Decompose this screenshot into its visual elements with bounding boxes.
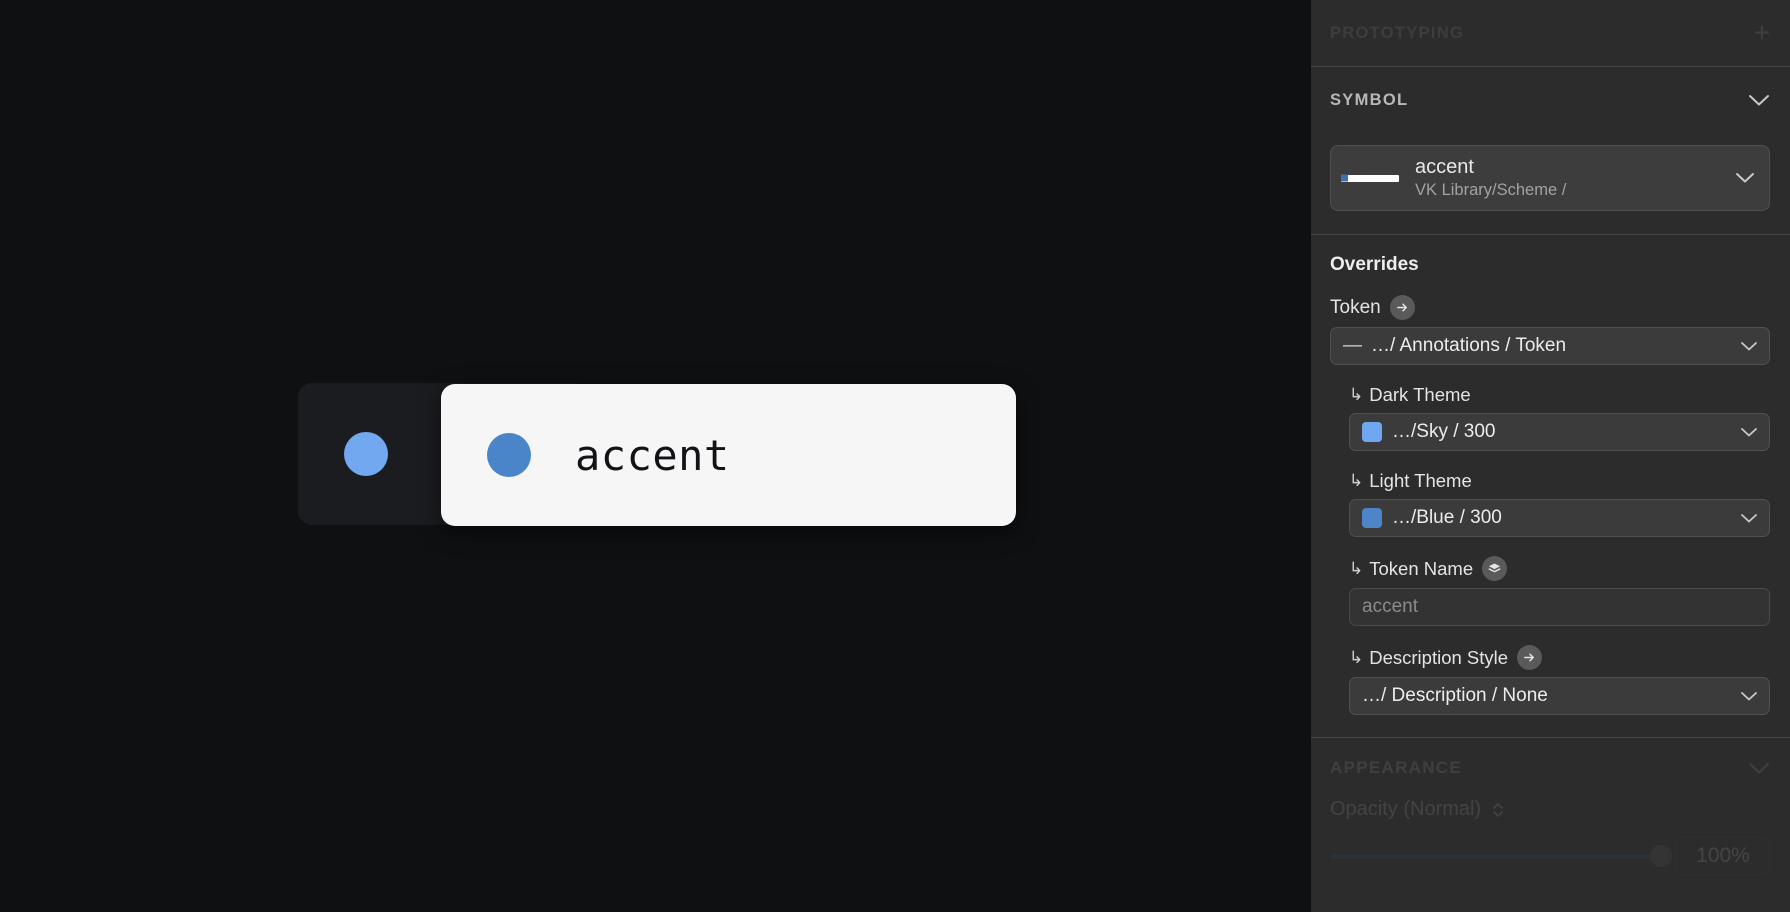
override-select-light-theme[interactable]: …/Blue / 300 (1349, 499, 1770, 537)
override-select-dark-theme[interactable]: …/Sky / 300 (1349, 413, 1770, 451)
override-select-token[interactable]: — …/ Annotations / Token (1330, 327, 1770, 365)
override-select-description-style[interactable]: …/ Description / None (1349, 677, 1770, 715)
symbol-title: SYMBOL (1330, 91, 1408, 110)
override-label-token-name: ↳ Token Name (1330, 556, 1770, 581)
symbol-thumbnail (1341, 166, 1401, 190)
prototyping-title: PROTOTYPING (1330, 24, 1464, 43)
opacity-slider-knob[interactable] (1650, 845, 1672, 867)
color-swatch (1362, 422, 1382, 442)
opacity-slider-track[interactable] (1330, 854, 1662, 859)
appearance-section: APPEARANCE Opacity (Normal) 100% (1311, 738, 1790, 875)
symbol-thumbnail-bar (1341, 175, 1399, 182)
layers-icon[interactable] (1482, 556, 1507, 581)
chevron-down-icon[interactable] (1740, 513, 1758, 524)
override-value-light-theme: …/Blue / 300 (1392, 507, 1730, 529)
subrow-arrow-icon: ↳ (1349, 559, 1363, 579)
appearance-section-header[interactable]: APPEARANCE (1330, 738, 1770, 798)
blend-mode-stepper-icon[interactable] (1491, 801, 1505, 819)
chevron-down-icon[interactable] (1735, 172, 1755, 184)
symbol-instance-text: accent VK Library/Scheme / (1415, 155, 1735, 201)
chevron-down-icon[interactable] (1740, 691, 1758, 702)
override-label-description-style: ↳ Description Style (1330, 645, 1770, 670)
override-value-dark-theme: …/Sky / 300 (1392, 421, 1730, 443)
override-label-text: Token (1330, 297, 1381, 319)
override-label-token: Token (1330, 295, 1770, 320)
chevron-down-icon[interactable] (1740, 427, 1758, 438)
subrow-arrow-icon: ↳ (1349, 471, 1363, 491)
chevron-down-icon[interactable] (1740, 341, 1758, 352)
symbol-instance-name: accent (1415, 155, 1735, 180)
opacity-slider-row[interactable]: 100% (1330, 837, 1770, 875)
override-label-text: Light Theme (1369, 470, 1472, 492)
arrow-right-icon[interactable] (1517, 645, 1542, 670)
override-label-text: Dark Theme (1369, 384, 1470, 406)
inspector-panel: PROTOTYPING + SYMBOL accent VK Library/S… (1311, 0, 1790, 912)
override-value-description-style: …/ Description / None (1362, 685, 1730, 707)
symbol-instance-library: VK Library/Scheme / (1415, 180, 1735, 201)
override-placeholder-token-name: accent (1362, 596, 1418, 618)
override-label-text: Token Name (1369, 558, 1473, 580)
symbol-thumbnail-dot (1341, 175, 1348, 182)
override-label-light-theme: ↳ Light Theme (1330, 470, 1770, 492)
dash-icon: — (1343, 335, 1361, 357)
override-value-token: …/ Annotations / Token (1371, 335, 1730, 357)
light-theme-card[interactable]: accent (441, 384, 1016, 526)
overrides-fields: Token — …/ Annotations / Token ↳ Dark Th… (1311, 295, 1790, 715)
overrides-title: Overrides (1311, 235, 1790, 276)
chevron-down-icon[interactable] (1748, 762, 1770, 775)
symbol-section-header[interactable]: SYMBOL (1311, 67, 1790, 133)
light-theme-color-dot (487, 433, 531, 477)
subrow-arrow-icon: ↳ (1349, 648, 1363, 668)
opacity-value-field[interactable]: 100% (1676, 837, 1770, 875)
plus-icon[interactable]: + (1754, 19, 1770, 47)
arrow-right-icon[interactable] (1390, 295, 1415, 320)
subrow-arrow-icon: ↳ (1349, 385, 1363, 405)
opacity-label: Opacity (Normal) (1330, 798, 1481, 821)
appearance-title: APPEARANCE (1330, 758, 1462, 778)
symbol-instance-wrap: accent VK Library/Scheme / (1311, 133, 1790, 211)
chevron-down-icon[interactable] (1748, 94, 1770, 107)
canvas-area[interactable]: accent (0, 0, 1311, 912)
symbol-instance-row[interactable]: accent VK Library/Scheme / (1330, 145, 1770, 211)
prototyping-section-header[interactable]: PROTOTYPING + (1311, 0, 1790, 66)
override-label-text: Description Style (1369, 647, 1508, 669)
color-swatch (1362, 508, 1382, 528)
dark-theme-color-dot (344, 432, 388, 476)
override-label-dark-theme: ↳ Dark Theme (1330, 384, 1770, 406)
token-label: accent (575, 431, 730, 480)
figma-like-app-window: accent PROTOTYPING + SYMBOL (0, 0, 1790, 912)
override-input-token-name[interactable]: accent (1349, 588, 1770, 626)
opacity-row: Opacity (Normal) (1330, 798, 1770, 821)
